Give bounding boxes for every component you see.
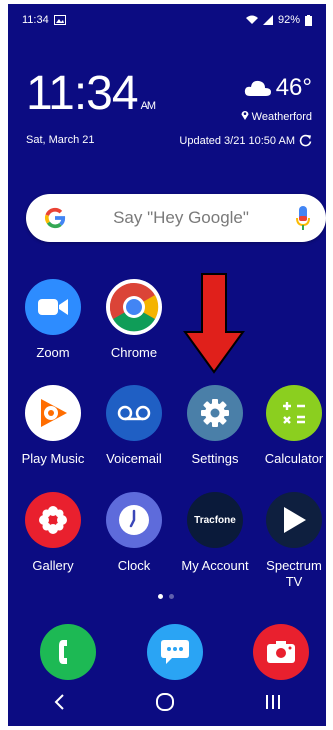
app-zoom[interactable]: Zoom <box>17 279 89 361</box>
calculator-icon <box>266 385 322 441</box>
annotation-arrow <box>183 273 245 374</box>
clock-time: 11:34 <box>26 67 139 120</box>
clock-date[interactable]: Sat, March 21 <box>26 134 94 146</box>
app-gallery[interactable]: Gallery <box>17 492 89 574</box>
clock-ampm: AM <box>140 100 156 112</box>
tracfone-logo-text: Tracfone <box>194 514 236 526</box>
messages-icon <box>147 624 203 680</box>
clock-icon <box>106 492 162 548</box>
dock-phone[interactable] <box>40 624 96 680</box>
location-label: Weatherford <box>251 111 312 123</box>
location-pin-icon <box>241 111 249 120</box>
app-label: My Account <box>181 558 249 573</box>
clock-widget-time[interactable]: 11:34 AM <box>26 67 156 120</box>
dock-camera[interactable] <box>253 624 309 680</box>
app-play-music[interactable]: Play Music <box>17 385 89 467</box>
app-label: Gallery <box>32 558 74 573</box>
app-voicemail[interactable]: Voicemail <box>98 385 170 467</box>
app-label: Zoom <box>36 345 70 360</box>
settings-gear-icon <box>187 385 243 441</box>
google-g-icon <box>45 207 66 229</box>
page-indicator <box>158 594 174 599</box>
cloud-icon <box>244 80 271 96</box>
microphone-icon[interactable] <box>296 206 310 230</box>
app-settings[interactable]: Settings <box>179 385 251 467</box>
wifi-icon <box>245 15 258 24</box>
updated-text: Updated 3/21 10:50 AM <box>179 134 295 147</box>
page-dot <box>169 594 174 599</box>
battery-icon <box>305 14 312 26</box>
refresh-icon[interactable] <box>299 134 312 147</box>
phone-icon <box>40 624 96 680</box>
image-icon <box>53 15 66 25</box>
app-my-account[interactable]: Tracfone My Account <box>179 492 251 574</box>
spectrum-play-icon <box>266 492 322 548</box>
app-label: Chrome <box>110 345 158 360</box>
weather-widget[interactable]: 46° Weatherford <box>241 74 312 123</box>
gallery-flower-icon <box>25 492 81 548</box>
battery-percent: 92% <box>277 14 300 26</box>
camera-icon <box>253 624 309 680</box>
status-time: 11:34 <box>22 14 49 26</box>
app-spectrum-tv[interactable]: Spectrum TV <box>258 492 326 589</box>
app-chrome[interactable]: Chrome <box>98 279 170 361</box>
status-bar: 11:34 92% <box>22 12 312 28</box>
navigation-bar <box>8 678 326 726</box>
app-clock[interactable]: Clock <box>98 492 170 574</box>
back-icon[interactable] <box>53 693 65 711</box>
search-placeholder: Say "Hey Google" <box>113 208 249 227</box>
dock-messages[interactable] <box>147 624 203 680</box>
app-label: Spectrum TV <box>266 558 322 589</box>
zoom-icon <box>25 279 81 335</box>
app-label: Calculator <box>264 451 324 466</box>
app-label: Clock <box>117 558 151 573</box>
recents-icon[interactable] <box>265 694 281 710</box>
weather-updated: Updated 3/21 10:50 AM <box>179 134 312 147</box>
temperature: 46° <box>275 74 312 101</box>
weather-location: Weatherford <box>241 110 312 123</box>
page-dot-active <box>158 594 163 599</box>
signal-icon <box>262 15 273 25</box>
app-label: Settings <box>191 451 239 466</box>
app-label: Play Music <box>21 451 85 466</box>
tracfone-logo-icon: Tracfone <box>187 492 243 548</box>
app-calculator[interactable]: Calculator <box>258 385 326 467</box>
voicemail-icon <box>106 385 162 441</box>
play-music-icon <box>25 385 81 441</box>
google-search-bar[interactable]: Say "Hey Google" <box>26 194 326 242</box>
home-screen: 11:34 92% 11:34 AM Sat, March 21 46° Wea… <box>8 4 326 726</box>
app-label: Voicemail <box>106 451 162 466</box>
home-icon[interactable] <box>155 693 175 711</box>
chrome-icon <box>106 279 162 335</box>
